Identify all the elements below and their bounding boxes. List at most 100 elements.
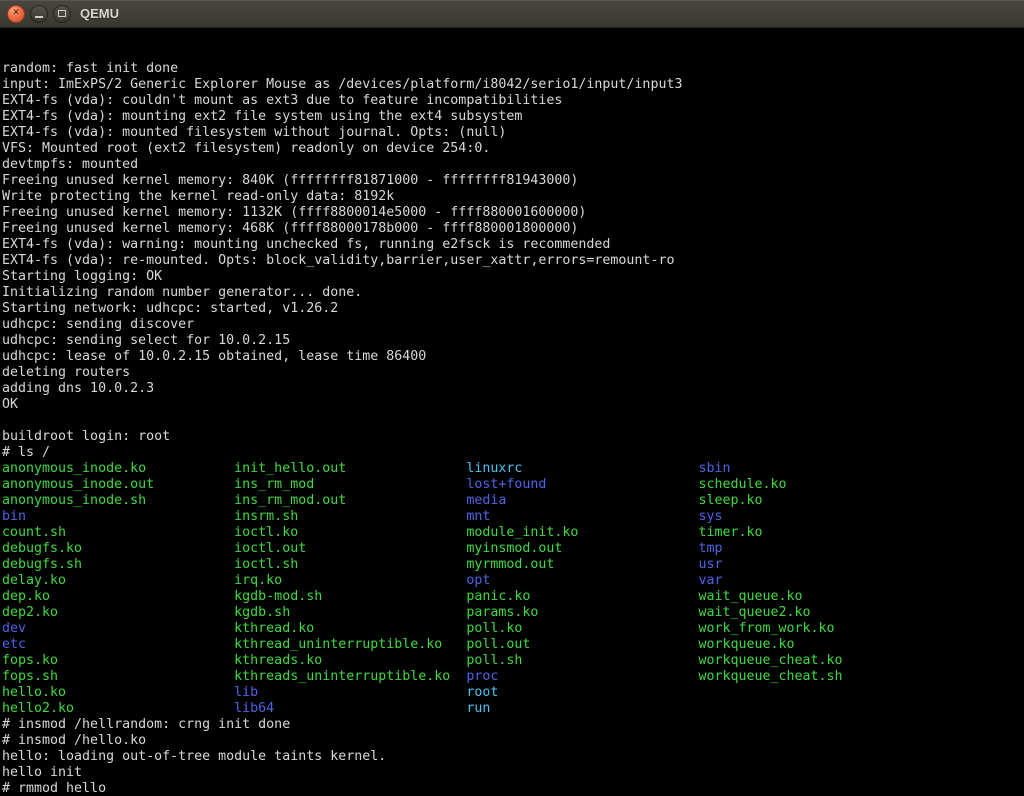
terminal-screen[interactable]: random: fast init doneinput: ImExPS/2 Ge… [0, 28, 1024, 796]
ls-entry: fops.ko [2, 653, 234, 669]
console-line: Write protecting the kernel read-only da… [2, 189, 1024, 205]
ls-entry: ioctl.sh [234, 557, 466, 573]
ls-entry: lost+found [466, 477, 698, 493]
ls-entry: work_from_work.ko [698, 621, 930, 637]
console-line: VFS: Mounted root (ext2 filesystem) read… [2, 141, 1024, 157]
ls-entry: poll.ko [466, 621, 698, 637]
console-line: # insmod /hello.ko [2, 733, 1024, 749]
ls-entry: root [466, 685, 698, 701]
console-line: Freeing unused kernel memory: 468K (ffff… [2, 221, 1024, 237]
ls-row: delay.koirq.kooptvar [2, 573, 1024, 589]
ls-entry: var [698, 573, 930, 589]
ls-entry: kthread.ko [234, 621, 466, 637]
ls-entry: kthreads.ko [234, 653, 466, 669]
console-line: EXT4-fs (vda): couldn't mount as ext3 du… [2, 93, 1024, 109]
ls-entry: anonymous_inode.sh [2, 493, 234, 509]
ls-entry: ioctl.ko [234, 525, 466, 541]
ls-entry: linuxrc [466, 461, 698, 477]
console-line: Starting network: udhcpc: started, v1.26… [2, 301, 1024, 317]
console-line: random: fast init done [2, 61, 1024, 77]
ls-entry: media [466, 493, 698, 509]
console-line: # insmod /hellrandom: crng init done [2, 717, 1024, 733]
ls-entry: poll.out [466, 637, 698, 653]
ls-row: etckthread_uninterruptible.kopoll.outwor… [2, 637, 1024, 653]
ls-row: fops.shkthreads_uninterruptible.koprocwo… [2, 669, 1024, 685]
ls-entry: lib64 [234, 701, 466, 717]
console-line: devtmpfs: mounted [2, 157, 1024, 173]
console-line: EXT4-fs (vda): mounted filesystem withou… [2, 125, 1024, 141]
ls-entry: kthread_uninterruptible.ko [234, 637, 466, 653]
console-line: Freeing unused kernel memory: 840K (ffff… [2, 173, 1024, 189]
ls-entry: hello.ko [2, 685, 234, 701]
console-line: EXT4-fs (vda): warning: mounting uncheck… [2, 237, 1024, 253]
ls-entry: wait_queue2.ko [698, 605, 930, 621]
console-line: Initializing random number generator... … [2, 285, 1024, 301]
ls-entry: anonymous_inode.out [2, 477, 234, 493]
console-line: buildroot login: root [2, 429, 1024, 445]
console-line: udhcpc: sending discover [2, 317, 1024, 333]
ls-entry: sleep.ko [698, 493, 930, 509]
ls-entry: wait_queue.ko [698, 589, 930, 605]
ls-entry: debugfs.ko [2, 541, 234, 557]
ls-entry: insrm.sh [234, 509, 466, 525]
ls-entry: ins_rm_mod.out [234, 493, 466, 509]
ls-row: anonymous_inode.koinit_hello.outlinuxrcs… [2, 461, 1024, 477]
ls-entry: anonymous_inode.ko [2, 461, 234, 477]
ls-row: devkthread.kopoll.kowork_from_work.ko [2, 621, 1024, 637]
ls-entry: init_hello.out [234, 461, 466, 477]
window-titlebar[interactable]: ✕ QEMU [0, 0, 1024, 28]
ls-entry: count.sh [2, 525, 234, 541]
ls-entry: ioctl.out [234, 541, 466, 557]
ls-entry: kthreads_uninterruptible.ko [234, 669, 466, 685]
ls-row: hello.kolibroot [2, 685, 1024, 701]
ls-entry: lib [234, 685, 466, 701]
ls-entry: hello2.ko [2, 701, 234, 717]
ls-row: fops.kokthreads.kopoll.shworkqueue_cheat… [2, 653, 1024, 669]
ls-entry: ins_rm_mod [234, 477, 466, 493]
ls-entry: delay.ko [2, 573, 234, 589]
console-line: udhcpc: lease of 10.0.2.15 obtained, lea… [2, 349, 1024, 365]
console-line: hello init [2, 765, 1024, 781]
console-line: # ls / [2, 445, 1024, 461]
ls-entry: tmp [698, 541, 930, 557]
console-line: adding dns 10.0.2.3 [2, 381, 1024, 397]
ls-entry: kgdb.sh [234, 605, 466, 621]
console-line: EXT4-fs (vda): mounting ext2 file system… [2, 109, 1024, 125]
console-line: input: ImExPS/2 Generic Explorer Mouse a… [2, 77, 1024, 93]
ls-entry: dep.ko [2, 589, 234, 605]
console-line: Starting logging: OK [2, 269, 1024, 285]
ls-entry: workqueue_cheat.sh [698, 669, 930, 685]
ls-entry: params.ko [466, 605, 698, 621]
ls-entry: bin [2, 509, 234, 525]
ls-row: bininsrm.shmntsys [2, 509, 1024, 525]
ls-entry: fops.sh [2, 669, 234, 685]
ls-entry: sbin [698, 461, 930, 477]
ls-entry: usr [698, 557, 930, 573]
ls-entry: poll.sh [466, 653, 698, 669]
window-title: QEMU [80, 6, 119, 21]
console-line: udhcpc: sending select for 10.0.2.15 [2, 333, 1024, 349]
ls-entry: myrmmod.out [466, 557, 698, 573]
maximize-button[interactable] [53, 5, 71, 23]
ls-entry: debugfs.sh [2, 557, 234, 573]
ls-entry: proc [466, 669, 698, 685]
ls-entry: run [466, 701, 698, 717]
terminal-output: random: fast init doneinput: ImExPS/2 Ge… [2, 61, 1024, 796]
ls-entry: workqueue.ko [698, 637, 930, 653]
ls-entry: panic.ko [466, 589, 698, 605]
ls-entry: etc [2, 637, 234, 653]
ls-row: hello2.kolib64run [2, 701, 1024, 717]
ls-entry: mnt [466, 509, 698, 525]
console-line: Freeing unused kernel memory: 1132K (fff… [2, 205, 1024, 221]
ls-entry: module_init.ko [466, 525, 698, 541]
ls-entry: myinsmod.out [466, 541, 698, 557]
ls-entry: workqueue_cheat.ko [698, 653, 930, 669]
ls-row: anonymous_inode.shins_rm_mod.outmediasle… [2, 493, 1024, 509]
close-button[interactable]: ✕ [7, 5, 25, 23]
ls-entry: kgdb-mod.sh [234, 589, 466, 605]
minimize-button[interactable] [30, 5, 48, 23]
console-line: hello: loading out-of-tree module taints… [2, 749, 1024, 765]
ls-entry: schedule.ko [698, 477, 930, 493]
console-line: EXT4-fs (vda): re-mounted. Opts: block_v… [2, 253, 1024, 269]
ls-entry: dev [2, 621, 234, 637]
